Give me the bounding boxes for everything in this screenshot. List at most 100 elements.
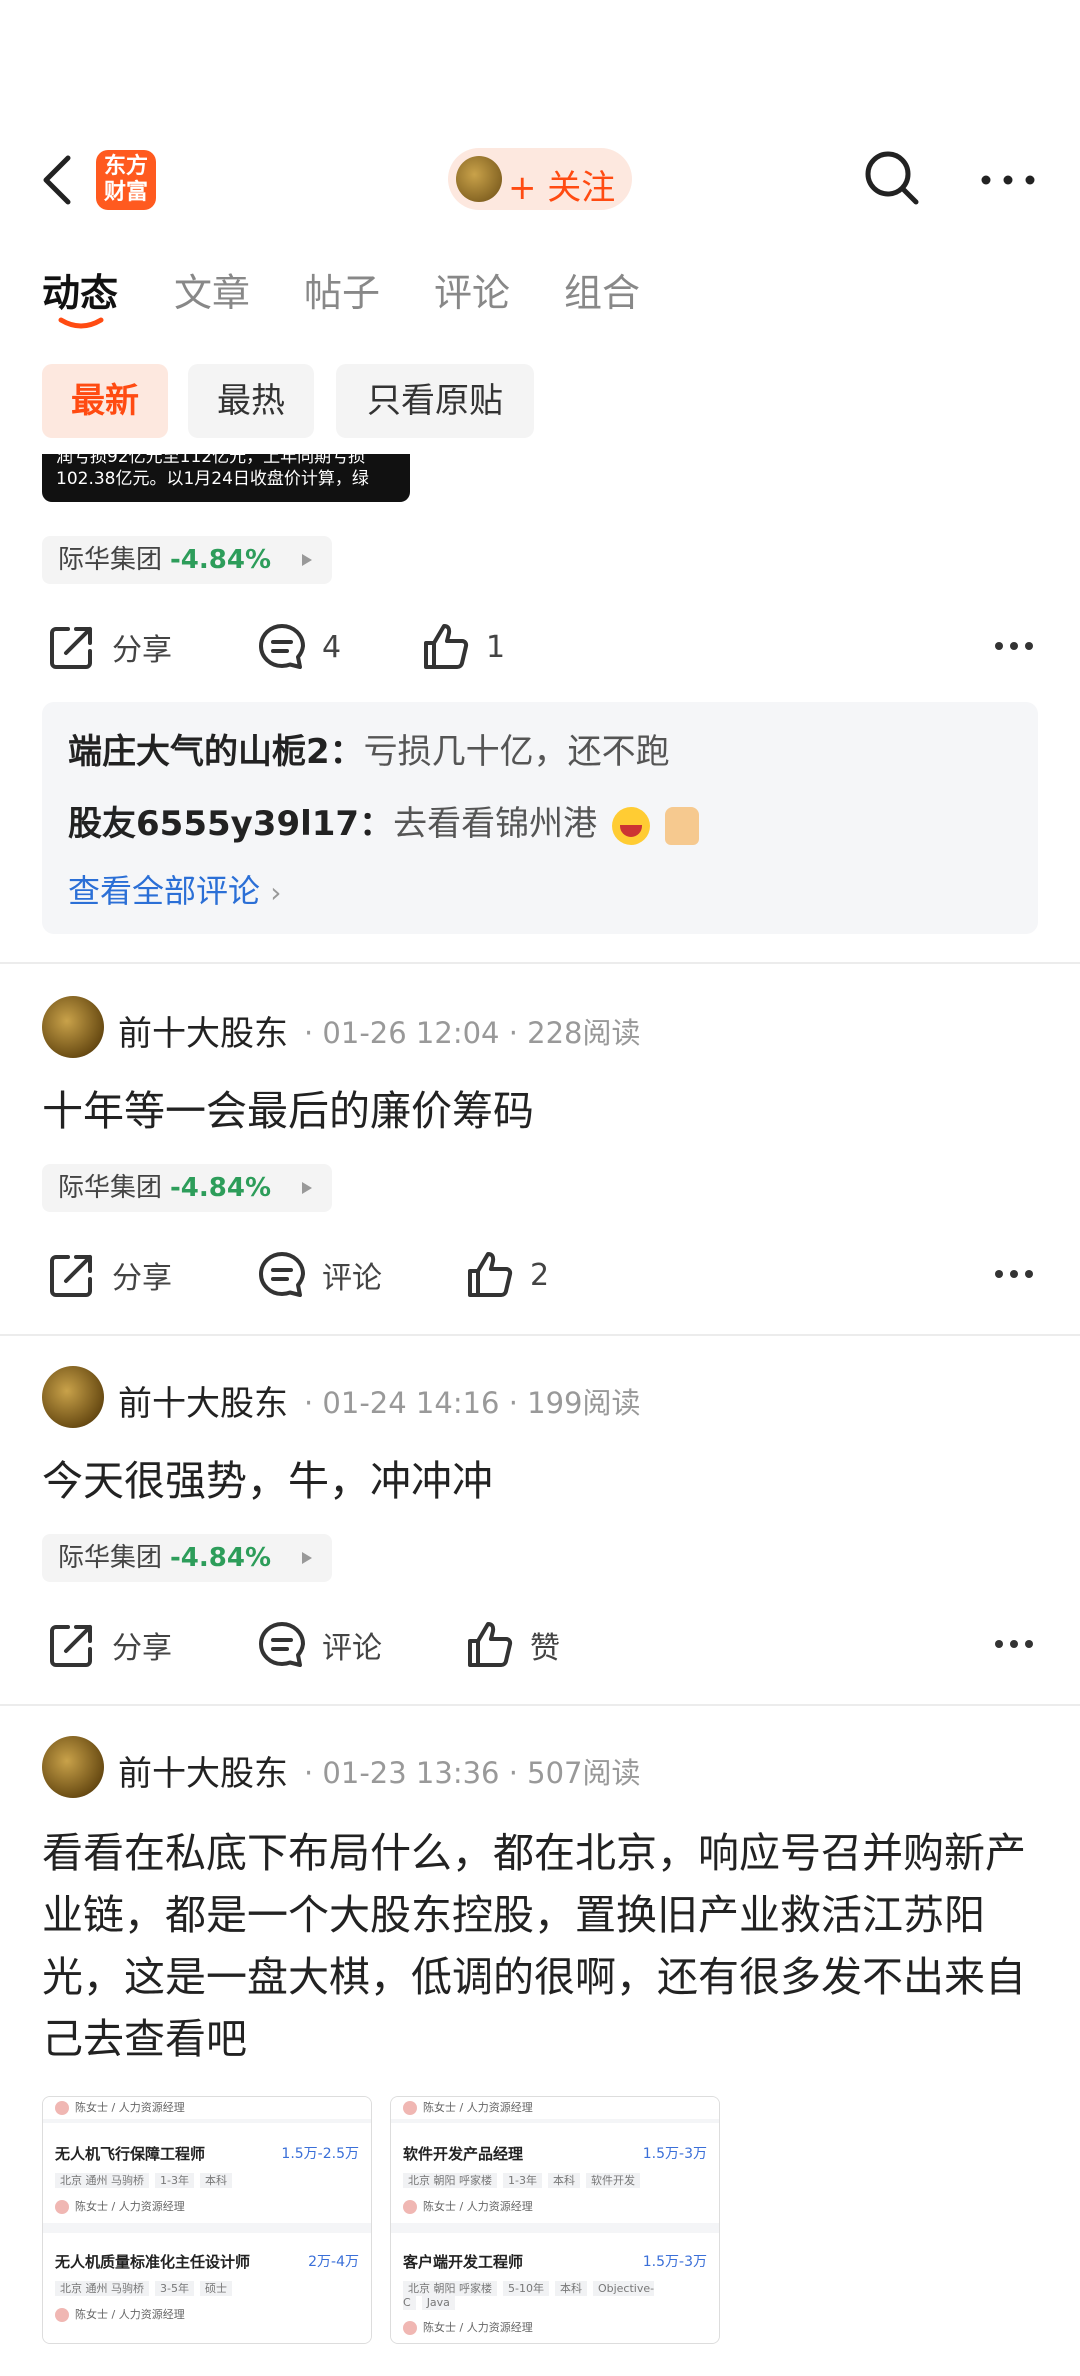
like-label: 赞 — [530, 1631, 560, 1666]
stock-tag[interactable]: 际华集团 -4.84% — [42, 1164, 332, 1212]
tab-dynamics[interactable]: 动态 — [42, 262, 118, 317]
stock-name: 际华集团 — [58, 1543, 163, 1573]
laugh-emoji-icon — [611, 806, 650, 845]
post-image[interactable]: 润亏损92亿元至112亿元，上年同期亏损 102.38亿元。以1月24日收盘价计… — [42, 454, 410, 502]
search-icon[interactable] — [862, 148, 922, 208]
job-card: 软件开发产品经理 1.5万-3万 北京 朝阳 呼家楼 1-3年 本科 软件开发 陈女士… — [391, 2123, 719, 2223]
share-icon — [50, 1625, 92, 1667]
post-meta: · 01-24 14:16 · 199阅读 — [304, 1386, 641, 1420]
job-salary: 1.5万-3万 — [642, 2254, 707, 2270]
hr-avatar-icon — [403, 2321, 417, 2335]
comment-label: 评论 — [322, 1631, 382, 1666]
thumbs-up-icon — [468, 1622, 513, 1667]
comment-button[interactable]: 评论 — [256, 1610, 382, 1680]
hr-text: 陈女士 / 人力资源经理 — [423, 2101, 533, 2114]
more-icon[interactable] — [994, 638, 1034, 654]
app-logo: 东方 财富 — [96, 150, 156, 210]
hr-line: 陈女士 / 人力资源经理 — [391, 2097, 719, 2119]
user-avatar[interactable] — [42, 996, 104, 1058]
stock-name: 际华集团 — [58, 545, 163, 575]
divider — [0, 1704, 1080, 1706]
job-tag: 北京 通州 马驹桥 — [55, 2173, 149, 2188]
thumbs-up-icon — [468, 1252, 513, 1297]
see-all-comments-link[interactable]: 查看全部评论 › — [68, 866, 281, 912]
like-button[interactable]: 赞 — [464, 1610, 560, 1680]
user-avatar[interactable] — [42, 1736, 104, 1798]
tab-comments[interactable]: 评论 — [434, 262, 510, 317]
like-button[interactable]: 2 — [464, 1240, 549, 1310]
tab-portfolio[interactable]: 组合 — [564, 262, 640, 317]
hr-text: 陈女士 / 人力资源经理 — [75, 2101, 185, 2114]
post-content[interactable]: 十年等一会最后的廉价筹码 — [42, 1080, 1042, 1142]
job-tag: 北京 朝阳 呼家楼 — [403, 2281, 497, 2296]
more-icon[interactable] — [994, 1636, 1034, 1652]
job-tag: 3-5年 — [155, 2281, 194, 2296]
job-tag: 硕士 — [199, 2281, 232, 2296]
stock-tag[interactable]: 际华集团 -4.84% — [42, 536, 332, 584]
caret-right-icon — [302, 1182, 312, 1194]
filter-original-only[interactable]: 只看原贴 — [336, 364, 534, 438]
hr-avatar-icon — [55, 2101, 69, 2115]
back-arrow-icon[interactable] — [38, 150, 78, 210]
divider — [0, 1334, 1080, 1336]
like-button[interactable]: 1 — [420, 612, 505, 682]
job-tag: 本科 — [547, 2173, 580, 2188]
hr-avatar-icon — [403, 2101, 417, 2115]
job-card: 客户端开发工程师 1.5万-3万 北京 朝阳 呼家楼 5-10年 本科 Objecti… — [391, 2233, 719, 2343]
share-icon — [50, 1255, 92, 1297]
share-label: 分享 — [112, 1261, 172, 1296]
comment-text: 去看看锦州港 — [393, 804, 598, 844]
post-actions: 分享 4 1 — [0, 612, 1080, 682]
username[interactable]: 前十大股东 — [118, 1006, 288, 1055]
caret-right-icon — [302, 554, 312, 566]
job-salary: 1.5万-2.5万 — [281, 2146, 359, 2162]
chevron-right-icon: › — [270, 876, 282, 909]
stock-tag[interactable]: 际华集团 -4.84% — [42, 1534, 332, 1582]
job-tag: 本科 — [199, 2173, 232, 2188]
follow-button[interactable]: + 关注 — [448, 148, 632, 210]
share-button[interactable]: 分享 — [46, 1610, 172, 1680]
image-text-line: 102.38亿元。以1月24日收盘价计算，绿 — [56, 469, 369, 489]
filter-hot[interactable]: 最热 — [188, 364, 314, 438]
tab-posts[interactable]: 帖子 — [304, 262, 380, 317]
hr-text: 陈女士 / 人力资源经理 — [423, 2200, 533, 2213]
job-tags: 北京 通州 马驹桥 3-5年 硕士 — [55, 2280, 359, 2296]
comment-preview-box[interactable]: 端庄大气的山栀2：亏损几十亿，还不跑 股友6555y39l17：去看看锦州港 查… — [42, 702, 1038, 934]
share-button[interactable]: 分享 — [46, 1240, 172, 1310]
job-tag: 本科 — [554, 2281, 587, 2296]
user-avatar[interactable] — [42, 1366, 104, 1428]
hr-text: 陈女士 / 人力资源经理 — [75, 2200, 185, 2213]
post-content[interactable]: 看看在私底下布局什么，都在北京，响应号召并购新产业链，都是一个大股东控股，置换旧… — [42, 1822, 1042, 2070]
comment-count: 4 — [322, 629, 342, 665]
post-actions: 分享 评论 赞 — [0, 1610, 1080, 1680]
active-tab-indicator — [58, 317, 104, 329]
like-count: 1 — [486, 629, 506, 665]
job-tag: 1-3年 — [503, 2173, 542, 2188]
comment-icon — [259, 624, 305, 669]
caret-right-icon — [302, 1552, 312, 1564]
share-button[interactable]: 分享 — [46, 612, 172, 682]
username[interactable]: 前十大股东 — [118, 1376, 288, 1425]
filter-latest[interactable]: 最新 — [42, 364, 168, 438]
more-options-icon[interactable] — [978, 160, 1038, 200]
comment-item: 股友6555y39l17：去看看锦州港 — [68, 796, 699, 845]
post-image[interactable]: 陈女士 / 人力资源经理 软件开发产品经理 1.5万-3万 北京 朝阳 呼家楼 1… — [390, 2096, 720, 2344]
job-card: 无人机质量标准化主任设计师 2万-4万 北京 通州 马驹桥 3-5年 硕士 陈女士 … — [43, 2233, 371, 2343]
username[interactable]: 前十大股东 — [118, 1746, 288, 1795]
hr-avatar-icon — [55, 2308, 69, 2322]
comment-item: 端庄大气的山栀2：亏损几十亿，还不跑 — [68, 724, 670, 773]
post-image[interactable]: 陈女士 / 人力资源经理 无人机飞行保障工程师 1.5万-2.5万 北京 通州 … — [42, 2096, 372, 2344]
post-meta: · 01-23 13:36 · 507阅读 — [304, 1756, 641, 1790]
post-header: 前十大股东 · 01-23 13:36 · 507阅读 — [42, 1736, 1042, 1802]
post-content[interactable]: 今天很强势，牛，冲冲冲 — [42, 1450, 1042, 1512]
job-tag: 5-10年 — [503, 2281, 549, 2296]
job-tags: 北京 通州 马驹桥 1-3年 本科 — [55, 2172, 359, 2188]
share-icon — [50, 627, 92, 669]
comment-button[interactable]: 4 — [256, 612, 341, 682]
see-all-label: 查看全部评论 — [68, 872, 261, 910]
tab-articles[interactable]: 文章 — [174, 262, 250, 317]
job-tag: 1-3年 — [155, 2173, 194, 2188]
comment-text: 亏损几十亿，还不跑 — [363, 732, 670, 772]
comment-button[interactable]: 评论 — [256, 1240, 382, 1310]
more-icon[interactable] — [994, 1266, 1034, 1282]
